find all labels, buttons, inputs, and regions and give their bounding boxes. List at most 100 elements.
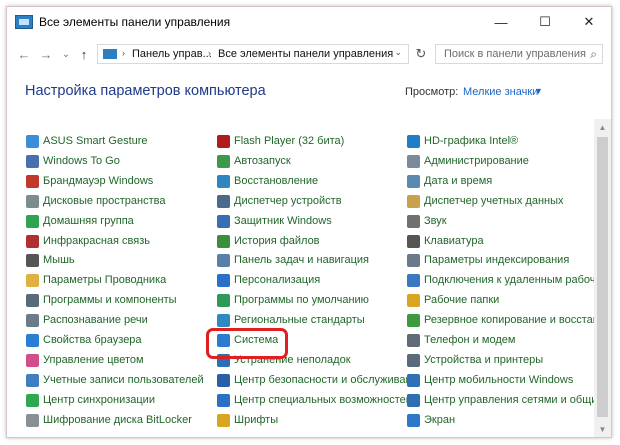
control-panel-item[interactable]: Брандмауэр Windows (26, 171, 153, 191)
homegroup-icon (26, 214, 39, 228)
search-icon[interactable]: ⌕ (590, 47, 597, 62)
indexing-icon (407, 253, 420, 267)
control-panel-item[interactable]: Персонализация (217, 270, 320, 290)
control-panel-item[interactable]: Учетные записи пользователей (26, 370, 204, 390)
control-panel-item[interactable]: Восстановление (217, 171, 318, 191)
vertical-scrollbar[interactable]: ▲ ▼ (594, 119, 611, 437)
control-panel-item[interactable]: Панель задач и навигация (217, 250, 369, 270)
close-button[interactable]: ✕ (567, 7, 611, 37)
control-panel-item[interactable]: Клавиатура (407, 231, 484, 251)
programs-icon (26, 293, 39, 307)
address-dropdown-icon[interactable]: ⌄ (394, 47, 402, 58)
clock-icon (407, 174, 420, 188)
control-panel-item[interactable]: Шифрование диска BitLocker (26, 410, 192, 430)
control-panel-item[interactable]: Домашняя группа (26, 211, 134, 231)
breadcrumb-separator-icon: › (122, 48, 125, 58)
control-panel-item[interactable]: Программы по умолчанию (217, 290, 369, 310)
control-panel-item[interactable]: История файлов (217, 231, 320, 251)
view-by-caret-icon[interactable]: ▼ (534, 86, 543, 96)
item-label: Центр управления сетями и общи... (424, 394, 607, 406)
users-icon (26, 373, 39, 387)
control-panel-item[interactable]: Звук (407, 211, 447, 231)
item-label: Региональные стандарты (234, 314, 365, 326)
item-label: Центр безопасности и обслуживан... (234, 374, 421, 386)
search-input[interactable]: Поиск в панели управления ⌕ (435, 44, 603, 64)
recovery-icon (217, 174, 230, 188)
display-icon (407, 413, 420, 427)
control-panel-item[interactable]: ASUS Smart Gesture (26, 131, 148, 151)
minimize-button[interactable]: — (479, 7, 523, 37)
breadcrumb-control-panel[interactable]: Панель управ... (132, 48, 212, 60)
item-label: Телефон и модем (424, 334, 516, 346)
item-label: Восстановление (234, 175, 319, 187)
control-panel-item[interactable]: Свойства браузера (26, 330, 142, 350)
view-by-dropdown[interactable]: Мелкие значки (463, 86, 538, 98)
control-panel-item[interactable]: Центр синхронизации (26, 390, 155, 410)
scroll-down-icon[interactable]: ▼ (594, 421, 611, 437)
control-panel-item[interactable]: Региональные стандарты (217, 310, 365, 330)
control-panel-item[interactable]: Резервное копирование и восстан... (407, 310, 608, 330)
control-panel-item[interactable]: Управление цветом (26, 350, 144, 370)
control-panel-item[interactable]: Диспетчер устройств (217, 191, 342, 211)
control-panel-item[interactable]: Windows To Go (26, 151, 120, 171)
control-panel-item[interactable]: HD-графика Intel® (407, 131, 518, 151)
address-bar[interactable]: › Панель управ... › Все элементы панели … (97, 44, 409, 64)
control-panel-item[interactable]: Центр мобильности Windows (407, 370, 573, 390)
maximize-button[interactable]: ☐ (523, 7, 567, 37)
navigation-bar: ← → ⌄ ↑ › Панель управ... › Все элементы… (7, 41, 611, 67)
item-label: Windows To Go (43, 155, 120, 167)
scroll-up-icon[interactable]: ▲ (594, 119, 611, 135)
page-title: Настройка параметров компьютера (25, 83, 266, 99)
control-panel-item[interactable]: Параметры Проводника (26, 270, 166, 290)
control-panel-item[interactable]: Распознавание речи (26, 310, 148, 330)
up-arrow-icon[interactable]: ↑ (75, 45, 93, 63)
control-panel-item[interactable]: Устройства и принтеры (407, 350, 543, 370)
control-panel-item[interactable]: Мышь (26, 250, 75, 270)
item-label: Управление цветом (43, 354, 144, 366)
control-panel-item[interactable]: Администрирование (407, 151, 529, 171)
accessibility-icon (217, 393, 230, 407)
control-panel-item[interactable]: Дата и время (407, 171, 492, 191)
item-label: Программы по умолчанию (234, 294, 369, 306)
control-panel-item[interactable]: Подключения к удаленным рабоч... (407, 270, 605, 290)
item-label: История файлов (234, 235, 320, 247)
fonts-icon (217, 413, 230, 427)
refresh-icon[interactable]: ↻ (411, 45, 431, 63)
item-label: Центр специальных возможностей (234, 394, 412, 406)
security-center-icon (217, 373, 230, 387)
recent-locations-icon[interactable]: ⌄ (57, 45, 75, 63)
forward-arrow-icon[interactable]: → (37, 45, 55, 63)
control-panel-item[interactable]: Центр безопасности и обслуживан... (217, 370, 421, 390)
scrollbar-thumb[interactable] (597, 137, 608, 417)
control-panel-item[interactable]: Автозапуск (217, 151, 291, 171)
title-bar: Все элементы панели управления — ☐ ✕ (7, 7, 611, 39)
keyboard-icon (407, 234, 420, 248)
item-label: Автозапуск (234, 155, 291, 167)
control-panel-item[interactable]: Телефон и модем (407, 330, 515, 350)
control-panel-item[interactable]: Защитник Windows (217, 211, 332, 231)
taskbar-icon (217, 253, 230, 267)
breadcrumb-all-items[interactable]: Все элементы панели управления (218, 48, 393, 60)
item-label: Клавиатура (424, 235, 484, 247)
credential-manager-icon (407, 194, 420, 208)
control-panel-item[interactable]: Шрифты (217, 410, 278, 430)
control-panel-item[interactable]: Центр специальных возможностей (217, 390, 412, 410)
control-panel-item[interactable]: Рабочие папки (407, 290, 499, 310)
control-panel-small-icon (103, 49, 117, 59)
browser-icon (26, 333, 39, 347)
item-label: Мышь (43, 254, 75, 266)
control-panel-item[interactable]: Центр управления сетями и общи... (407, 390, 607, 410)
control-panel-item[interactable]: Дисковые пространства (26, 191, 166, 211)
control-panel-item[interactable]: Диспетчер учетных данных (407, 191, 564, 211)
control-panel-item[interactable]: Инфракрасная связь (26, 231, 150, 251)
control-panel-item[interactable]: Программы и компоненты (26, 290, 177, 310)
back-arrow-icon[interactable]: ← (15, 45, 33, 63)
control-panel-item[interactable]: Параметры индексирования (407, 250, 569, 270)
item-label: Резервное копирование и восстан... (424, 314, 609, 326)
control-panel-item[interactable]: Экран (407, 410, 455, 430)
work-folders-icon (407, 293, 420, 307)
item-label: Защитник Windows (234, 215, 332, 227)
intel-graphics-icon (407, 134, 420, 148)
control-panel-item[interactable]: Flash Player (32 бита) (217, 131, 344, 151)
item-label: Подключения к удаленным рабоч... (424, 274, 605, 286)
